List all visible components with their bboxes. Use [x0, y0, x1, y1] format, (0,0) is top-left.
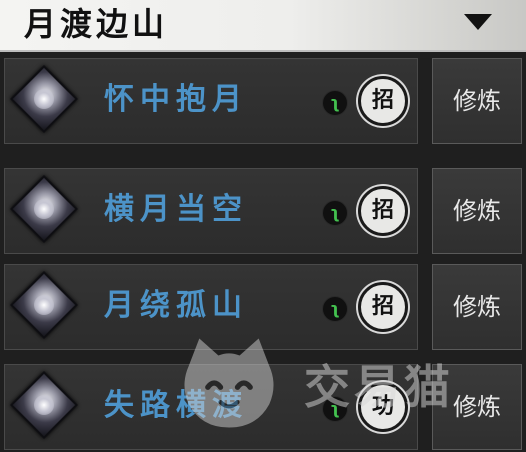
skill-name: 怀中抱月: [104, 82, 248, 117]
skill-row: 怀中抱月 ʅ 招 修炼: [4, 58, 522, 144]
swirl-icon: ʅ: [322, 90, 348, 116]
skill-type-badge[interactable]: 功: [358, 382, 408, 432]
train-button[interactable]: 修炼: [432, 264, 522, 350]
skill-row: 失路横渡 ʅ 功 修炼: [4, 364, 522, 450]
page-title: 月渡边山: [24, 5, 169, 43]
skill-type-badge[interactable]: 招: [358, 186, 408, 236]
triangle-down-icon[interactable]: [464, 14, 492, 30]
skill-type-badge[interactable]: 招: [358, 76, 408, 126]
swirl-icon: ʅ: [322, 396, 348, 422]
skill-name: 横月当空: [104, 192, 248, 227]
skill-row: 月绕孤山 ʅ 招 修炼: [4, 264, 522, 350]
skill-row: 横月当空 ʅ 招 修炼: [4, 168, 522, 254]
swirl-icon: ʅ: [322, 200, 348, 226]
skill-type-badge[interactable]: 招: [358, 282, 408, 332]
skill-name: 月绕孤山: [104, 288, 248, 323]
skill-name: 失路横渡: [104, 388, 248, 423]
header-bar: 月渡边山: [0, 0, 526, 52]
train-button[interactable]: 修炼: [432, 168, 522, 254]
train-button[interactable]: 修炼: [432, 364, 522, 450]
train-button[interactable]: 修炼: [432, 58, 522, 144]
swirl-icon: ʅ: [322, 296, 348, 322]
